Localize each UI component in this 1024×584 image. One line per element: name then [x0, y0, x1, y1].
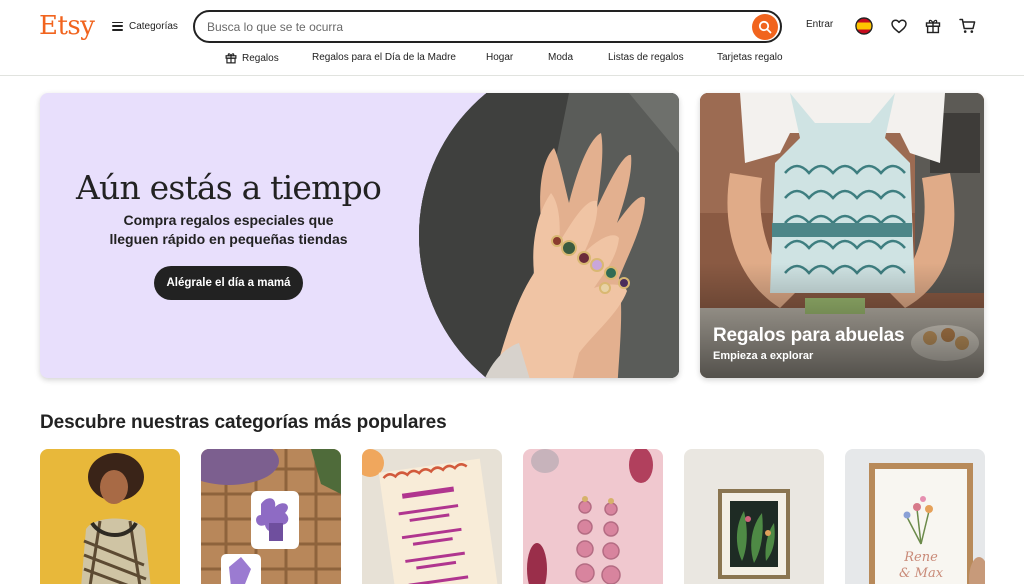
nav-item-label: Listas de regalos — [608, 52, 684, 63]
nav-item-gifts[interactable]: Regalos — [225, 52, 279, 64]
site-header: Etsy Categorías Entrar — [0, 0, 1024, 76]
stickers-category-image — [201, 449, 341, 584]
nav-item-mothers-day[interactable]: Regalos para el Día de la Madre — [312, 52, 456, 63]
hero-image — [419, 93, 679, 378]
gift-mode-button[interactable] — [922, 15, 944, 37]
promo-subtitle: Empieza a explorar — [713, 350, 814, 362]
frames-category-image: Rene & Max — [845, 449, 985, 584]
cart-icon — [958, 18, 975, 33]
nav-item-label: Tarjetas regalo — [717, 52, 783, 63]
category-card-frames[interactable]: Rene & Max — [845, 449, 985, 584]
nav-item-label: Moda — [548, 52, 574, 63]
gift-icon — [225, 53, 237, 64]
hero-title: Aún estás a tiempo — [75, 168, 382, 207]
art-category-image — [684, 449, 824, 584]
categories-button[interactable]: Categorías — [112, 16, 178, 36]
nav-item-label: Regalos — [242, 52, 279, 64]
gift-icon — [925, 19, 941, 34]
stationery-category-image — [362, 449, 502, 584]
nav-item-registry[interactable]: Listas de regalos — [608, 52, 684, 63]
promo-card-grandmas[interactable]: Regalos para abuelas Empieza a explorar — [700, 93, 984, 378]
svg-text:& Max: & Max — [899, 566, 944, 581]
nav-item-gift-cards[interactable]: Tarjetas regalo — [717, 52, 783, 63]
search-bar — [193, 10, 782, 43]
category-card-art[interactable] — [684, 449, 824, 584]
category-card-jewelry[interactable] — [523, 449, 663, 584]
hands-with-rings-image — [419, 93, 679, 378]
search-icon — [758, 20, 772, 34]
nav-item-home[interactable]: Hogar — [486, 52, 513, 63]
nav-item-fashion[interactable]: Moda — [548, 52, 573, 63]
categories-section-title: Descubre nuestras categorías más popular… — [40, 412, 447, 433]
signin-link[interactable]: Entrar — [806, 19, 833, 30]
nav-item-label: Hogar — [486, 52, 514, 63]
search-button[interactable] — [752, 14, 778, 40]
category-card-stationery[interactable] — [362, 449, 502, 584]
language-button[interactable] — [853, 15, 875, 37]
hero-subtitle-line: Compra regalos especiales que — [123, 212, 334, 228]
hero-cta-button[interactable]: Alégrale el día a mamá — [154, 266, 303, 300]
search-input[interactable] — [207, 18, 727, 36]
menu-icon — [112, 21, 123, 31]
hero-subtitle-line: lleguen rápido en pequeñas tiendas — [109, 231, 348, 247]
hero-subtitle: Compra regalos especiales que lleguen rá… — [40, 211, 417, 249]
category-card-fashion[interactable] — [40, 449, 180, 584]
category-nav: Regalos Regalos para el Día de la Madre … — [0, 50, 1024, 68]
category-card-stickers[interactable] — [201, 449, 341, 584]
heart-icon — [891, 18, 907, 33]
favorites-button[interactable] — [888, 15, 910, 37]
categories-label: Categorías — [129, 20, 178, 32]
promo-title: Regalos para abuelas — [713, 325, 905, 346]
etsy-logo[interactable]: Etsy — [39, 11, 95, 41]
jewelry-category-image — [523, 449, 663, 584]
svg-text:Rene: Rene — [903, 550, 938, 565]
fashion-category-image — [40, 449, 180, 584]
hero-banner: Aún estás a tiempo Compra regalos especi… — [40, 93, 679, 378]
cart-button[interactable] — [956, 15, 978, 37]
nav-item-label: Regalos para el Día de la Madre — [312, 52, 456, 63]
flag-icon — [855, 17, 873, 35]
